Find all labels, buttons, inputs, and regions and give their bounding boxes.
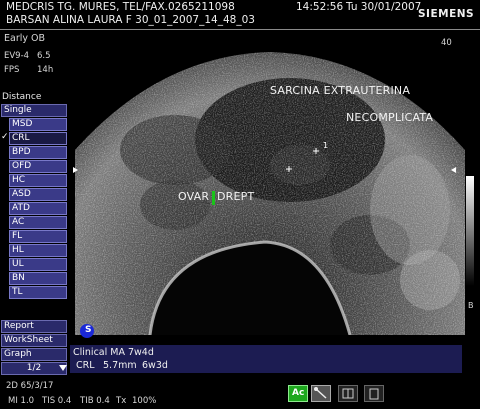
caliper-tool-icon[interactable] bbox=[311, 385, 331, 402]
brand-logo: SIEMENS bbox=[418, 8, 475, 20]
check-icon: ✓ bbox=[1, 132, 9, 142]
measure-bn[interactable]: BN bbox=[9, 272, 67, 285]
grid-tool-icon[interactable] bbox=[338, 385, 358, 402]
measure-hc[interactable]: HC bbox=[9, 174, 67, 187]
probe-value: 6.5 bbox=[37, 51, 51, 61]
autocalc-icon[interactable]: Ac bbox=[288, 385, 308, 402]
clinical-age: Clinical MA 7w4d bbox=[73, 347, 154, 358]
measure-tl[interactable]: TL bbox=[9, 286, 67, 299]
exam-mode: Early OB bbox=[4, 33, 46, 44]
annotation-subtitle: NECOMPLICATA bbox=[346, 111, 434, 124]
clock-time: 14:52:56 bbox=[296, 1, 344, 13]
measure-bpd[interactable]: BPD bbox=[9, 146, 67, 159]
annotation-drept: DREPT bbox=[217, 190, 255, 203]
measure-msd[interactable]: MSD bbox=[9, 118, 67, 131]
date: Tu 30/01/2007 bbox=[346, 1, 422, 13]
measure-atd[interactable]: ATD bbox=[9, 202, 67, 215]
page-next-icon[interactable] bbox=[59, 365, 67, 371]
crl-value: 5.7mm bbox=[103, 360, 137, 371]
mode-settings: 2D 65/3/17 bbox=[6, 381, 54, 391]
side-marker: B bbox=[468, 301, 474, 310]
worksheet-button[interactable]: WorkSheet bbox=[1, 334, 67, 347]
orientation-marker-label: S bbox=[85, 325, 92, 335]
measure-ul[interactable]: UL bbox=[9, 258, 67, 271]
menu-title: Distance bbox=[2, 92, 42, 102]
measure-ofd[interactable]: OFD bbox=[9, 160, 67, 173]
probe-label: EV9-4 bbox=[4, 51, 30, 61]
tib-value: TIB 0.4 bbox=[80, 396, 110, 406]
grayscale-bar bbox=[466, 176, 474, 286]
mi-value: MI 1.0 bbox=[8, 396, 35, 406]
measurement-results: Clinical MA 7w4d CRL 5.7mm 6w3d bbox=[70, 345, 462, 373]
annotation-cursor bbox=[212, 191, 215, 205]
measure-ac[interactable]: AC bbox=[9, 216, 67, 229]
measure-crl[interactable]: CRL bbox=[9, 132, 67, 145]
crl-label: CRL bbox=[76, 360, 95, 371]
page-indicator[interactable]: 1/2 bbox=[1, 362, 67, 375]
tx-label: Tx bbox=[116, 396, 127, 406]
measure-fl[interactable]: FL bbox=[9, 230, 67, 243]
depth-value: 40 bbox=[441, 38, 452, 48]
fps-label: FPS bbox=[4, 65, 20, 75]
patient-id: BARSAN ALINA LAURA F 30_01_2007_14_48_03 bbox=[6, 14, 255, 26]
crl-gestational-age: 6w3d bbox=[142, 360, 168, 371]
report-button[interactable]: Report bbox=[1, 320, 67, 333]
tx-value: 100% bbox=[132, 396, 157, 406]
graph-button[interactable]: Graph bbox=[1, 348, 67, 361]
tis-value: TIS 0.4 bbox=[42, 396, 72, 406]
header-divider bbox=[0, 29, 480, 30]
caliper-index: 1 bbox=[323, 141, 329, 150]
annotation-ovar: OVAR bbox=[178, 190, 210, 203]
measure-asd[interactable]: ASD bbox=[9, 188, 67, 201]
fps-value: 14h bbox=[37, 65, 54, 75]
single-button[interactable]: Single bbox=[1, 104, 67, 117]
probe-tool-icon[interactable] bbox=[364, 385, 384, 402]
measure-hl[interactable]: HL bbox=[9, 244, 67, 257]
annotation-title: SARCINA EXTRAUTERINA bbox=[270, 84, 411, 97]
clinic-header: MEDCRIS TG. MURES, TEL/FAX.0265211098 bbox=[6, 1, 235, 13]
